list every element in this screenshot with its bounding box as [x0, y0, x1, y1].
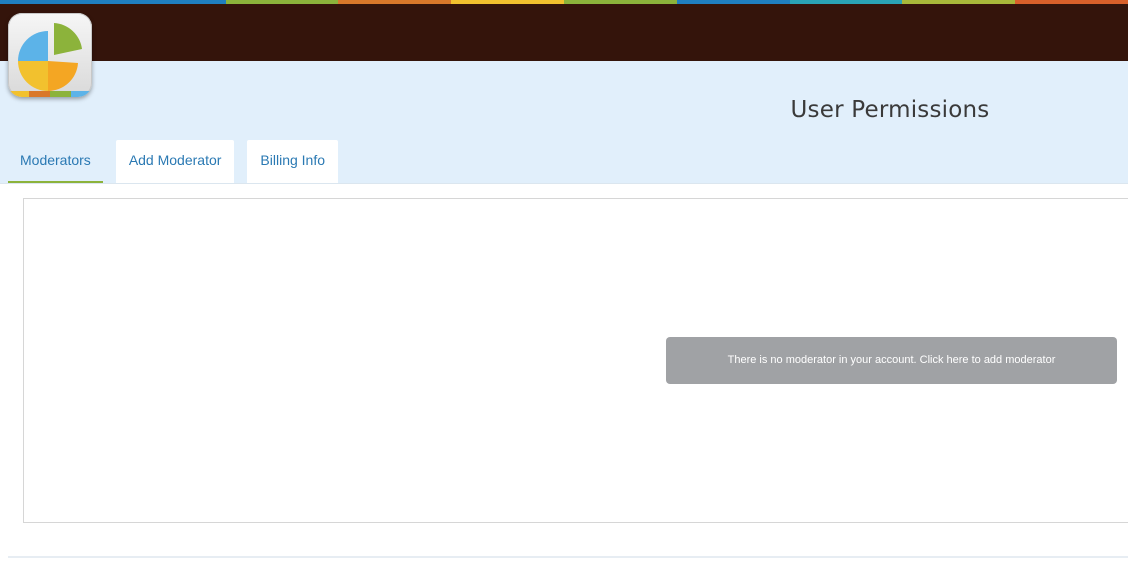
tab-bar: Moderators Add Moderator Billing Info	[8, 139, 351, 184]
page: User Permissions Moderators Add Moderato…	[0, 0, 1128, 562]
app-logo[interactable]	[8, 13, 92, 97]
tab-billing-info[interactable]: Billing Info	[247, 140, 339, 184]
top-bar	[0, 4, 1128, 61]
add-moderator-prompt[interactable]: There is no moderator in your account. C…	[666, 337, 1117, 384]
tab-moderators[interactable]: Moderators	[8, 140, 103, 184]
pie-chart-icon	[18, 23, 82, 92]
header-divider	[0, 183, 1128, 184]
footer-divider	[8, 556, 1128, 558]
page-title: User Permissions	[790, 97, 990, 123]
logo-color-band	[8, 91, 92, 97]
tab-add-moderator[interactable]: Add Moderator	[115, 140, 235, 184]
